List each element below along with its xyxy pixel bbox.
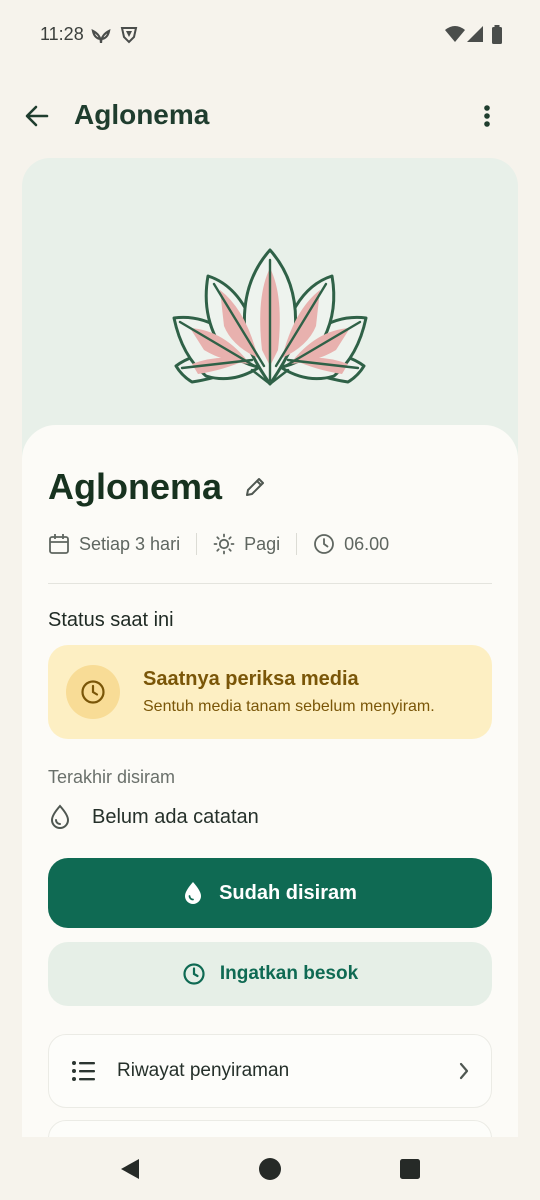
status-time: 11:28 (40, 24, 84, 44)
app-bar: Aglonema (0, 80, 540, 150)
clock-icon (183, 963, 205, 985)
more-vert-icon (484, 105, 490, 127)
water-drop-outline-icon (50, 804, 70, 829)
status-section-title: Status saat ini (48, 609, 174, 631)
meta-divider (196, 533, 198, 555)
plant-illustration (172, 248, 368, 386)
section-divider (48, 583, 492, 584)
mark-watered-label: Sudah disiram (219, 881, 357, 904)
last-watered-label: Terakhir disiram (48, 767, 176, 787)
remind-tomorrow-button[interactable]: Ingatkan besok (48, 942, 492, 1006)
wifi-icon (444, 25, 466, 48)
clock-icon (81, 680, 105, 704)
chevron-right-icon (459, 1062, 469, 1080)
arrow-back-icon (25, 105, 49, 127)
schedule-time: 06.00 (313, 533, 389, 555)
nav-back-button[interactable] (116, 1155, 144, 1183)
list-item-partial[interactable] (48, 1120, 492, 1137)
triangle-back-icon (121, 1159, 139, 1179)
remind-tomorrow-label: Ingatkan besok (219, 963, 359, 984)
status-icon-badge (66, 665, 120, 719)
water-drop-icon (185, 882, 202, 904)
circle-home-icon (259, 1158, 281, 1180)
sun-icon (213, 533, 235, 555)
signal-icon (466, 25, 484, 48)
status-card-subtitle: Sentuh media tanam sebelum menyiram. (143, 698, 435, 715)
schedule-time-of-day-text: Pagi (244, 533, 281, 554)
mark-watered-button[interactable]: Sudah disiram (48, 858, 492, 928)
system-nav-bar (0, 1137, 540, 1200)
list-icon (72, 1061, 95, 1081)
plant-name: Aglonema (48, 466, 223, 507)
plant-detail-screen: 11:28 Aglonema Aglonema Setiap 3 hari Pa… (0, 0, 540, 1200)
meta-divider (296, 533, 298, 555)
pencil-icon (246, 478, 265, 496)
more-options-button[interactable] (468, 97, 506, 135)
square-recents-icon (400, 1159, 420, 1179)
watering-history-label: Riwayat penyiraman (117, 1060, 290, 1081)
app-bar-title: Aglonema (74, 99, 210, 130)
schedule-meta-row: Setiap 3 hari Pagi 06.00 (48, 529, 389, 559)
plant-hero (22, 158, 518, 458)
status-bar: 11:28 (0, 0, 540, 68)
edit-name-button[interactable] (240, 472, 270, 502)
schedule-frequency-text: Setiap 3 hari (79, 533, 181, 554)
schedule-time-text: 06.00 (344, 533, 390, 554)
last-watered-row: Belum ada catatan (48, 803, 259, 831)
watering-history-item[interactable]: Riwayat penyiraman (48, 1034, 492, 1108)
plant-detail-sheet: Aglonema Setiap 3 hari Pagi 06.00 Status… (22, 425, 518, 1137)
last-watered-value: Belum ada catatan (92, 805, 259, 828)
back-button[interactable] (18, 97, 56, 135)
shield-icon (120, 25, 138, 50)
calendar-icon (49, 534, 69, 554)
nav-home-button[interactable] (256, 1155, 284, 1183)
schedule-time-of-day: Pagi (213, 533, 280, 555)
battery-icon (491, 25, 503, 50)
nav-recents-button[interactable] (396, 1155, 424, 1183)
clock-icon (314, 534, 335, 554)
status-card: Saatnya periksa media Sentuh media tanam… (48, 645, 492, 739)
plant-title-row: Aglonema (48, 465, 270, 509)
schedule-frequency: Setiap 3 hari (48, 533, 180, 555)
leaf-icon (91, 25, 111, 50)
status-card-title: Saatnya periksa media (143, 668, 359, 690)
